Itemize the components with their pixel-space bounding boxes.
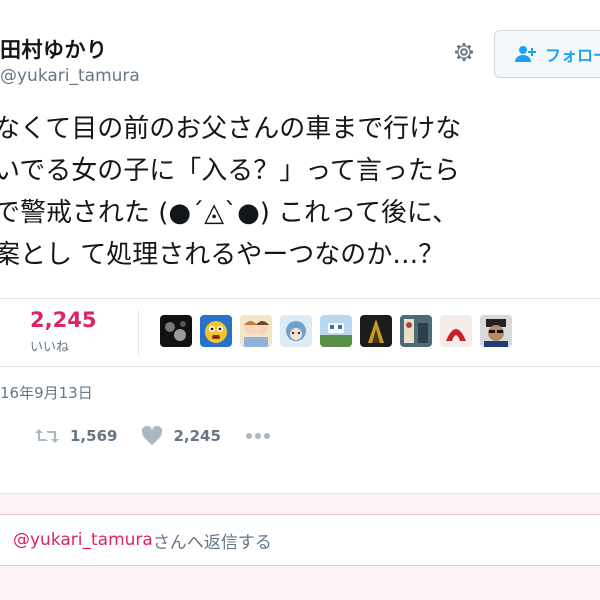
tweet-line: なくて目の前のお父さんの車まで行けな (0, 114, 462, 144)
liker-avatars (160, 315, 520, 347)
tweet-date[interactable]: 16年9月13日 (0, 382, 93, 403)
screen-name[interactable]: @yukari_tamura (0, 66, 140, 86)
tweet-line: 案とし て処理されるやーつなのか…？ (0, 240, 445, 270)
like-count: 2,245 (173, 427, 221, 445)
retweet-button[interactable]: 1,569 (34, 427, 117, 445)
avatar[interactable] (200, 315, 232, 347)
divider (0, 298, 600, 299)
reply-mention: @yukari_tamura (13, 530, 153, 550)
add-user-icon (515, 46, 536, 62)
avatar[interactable] (320, 315, 352, 347)
tweet-actions: 1,569 2,245 (34, 426, 305, 446)
tweet-line: で警戒された (●´◬`●) これって後に、 (0, 198, 459, 228)
tweet-line: いでる女の子に「入る？」って言ったら (0, 156, 460, 186)
avatar[interactable] (240, 315, 272, 347)
likes-label: いいね (30, 340, 70, 355)
avatar[interactable] (400, 315, 432, 347)
display-name[interactable]: 田村ゆかり (0, 34, 108, 64)
reply-area: @yukari_tamura さんへ返信する (0, 494, 600, 600)
likes-stat[interactable]: 2,245 いいね (30, 308, 96, 355)
avatar[interactable] (480, 315, 512, 347)
heart-icon (142, 426, 163, 445)
gear-icon[interactable] (448, 36, 480, 68)
divider (0, 366, 600, 367)
retweet-icon (35, 429, 59, 443)
follow-button[interactable]: フォロー (494, 30, 600, 78)
reply-placeholder: さんへ返信する (152, 532, 272, 553)
avatar[interactable] (360, 315, 392, 347)
avatar[interactable] (440, 315, 472, 347)
retweet-count: 1,569 (70, 427, 118, 445)
more-button[interactable] (245, 432, 281, 440)
follow-label: フォロー (545, 46, 600, 65)
more-icon (245, 433, 270, 439)
avatar[interactable] (160, 315, 192, 347)
like-button[interactable]: 2,245 (141, 426, 221, 446)
reply-input[interactable]: @yukari_tamura さんへ返信する (0, 514, 600, 566)
tweet-text: なくて目の前のお父さんの車まで行けな いでる女の子に「入る？」って言ったら で警… (0, 108, 600, 276)
likes-count: 2,245 (30, 308, 97, 332)
avatar[interactable] (280, 315, 312, 347)
tweet-header: 田村ゆかり @yukari_tamura フォロー (0, 30, 600, 90)
divider (138, 310, 139, 356)
